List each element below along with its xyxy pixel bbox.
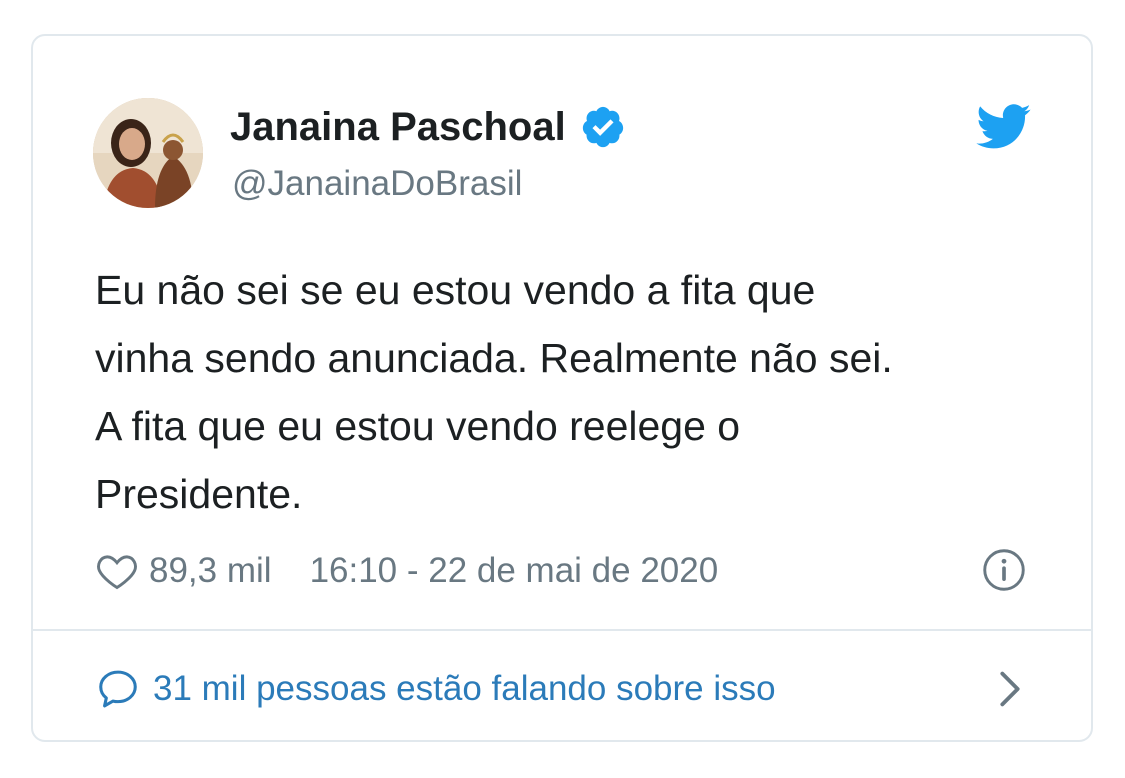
like-count[interactable]: 89,3 mil xyxy=(149,551,272,591)
conversation-label[interactable]: 31 mil pessoas estão falando sobre isso xyxy=(153,669,776,709)
tweet-card[interactable]: Janaina Paschoal @JanainaDoBrasil Eu não… xyxy=(31,34,1093,742)
avatar-image xyxy=(93,98,203,208)
tweet-text-line: vinha sendo anunciada. Realmente não sei… xyxy=(95,335,893,381)
author-name[interactable]: Janaina Paschoal xyxy=(230,105,566,150)
verified-badge-icon xyxy=(582,106,623,148)
avatar[interactable] xyxy=(93,98,203,208)
tweet-timestamp[interactable]: 16:10 - 22 de mai de 2020 xyxy=(310,551,719,591)
tweet-text-line: Eu não sei se eu estou vendo a fita que xyxy=(95,267,816,313)
info-icon[interactable] xyxy=(982,548,1026,592)
tweet-text: Eu não sei se eu estou vendo a fita que … xyxy=(95,256,1055,528)
chevron-right-icon[interactable] xyxy=(995,666,1025,712)
divider xyxy=(33,629,1091,631)
author-name-row[interactable]: Janaina Paschoal xyxy=(230,104,626,150)
tweet-text-line: A fita que eu estou vendo reelege o xyxy=(95,403,741,449)
speech-bubble-icon xyxy=(99,670,137,708)
author-handle[interactable]: @JanainaDoBrasil xyxy=(232,164,522,204)
conversation-link[interactable]: 31 mil pessoas estão falando sobre isso xyxy=(95,664,776,714)
twitter-bird-icon[interactable] xyxy=(976,104,1032,150)
heart-icon[interactable] xyxy=(95,549,139,593)
tweet-meta: 89,3 mil 16:10 - 22 de mai de 2020 xyxy=(95,546,718,596)
tweet-text-line: Presidente. xyxy=(95,471,303,517)
